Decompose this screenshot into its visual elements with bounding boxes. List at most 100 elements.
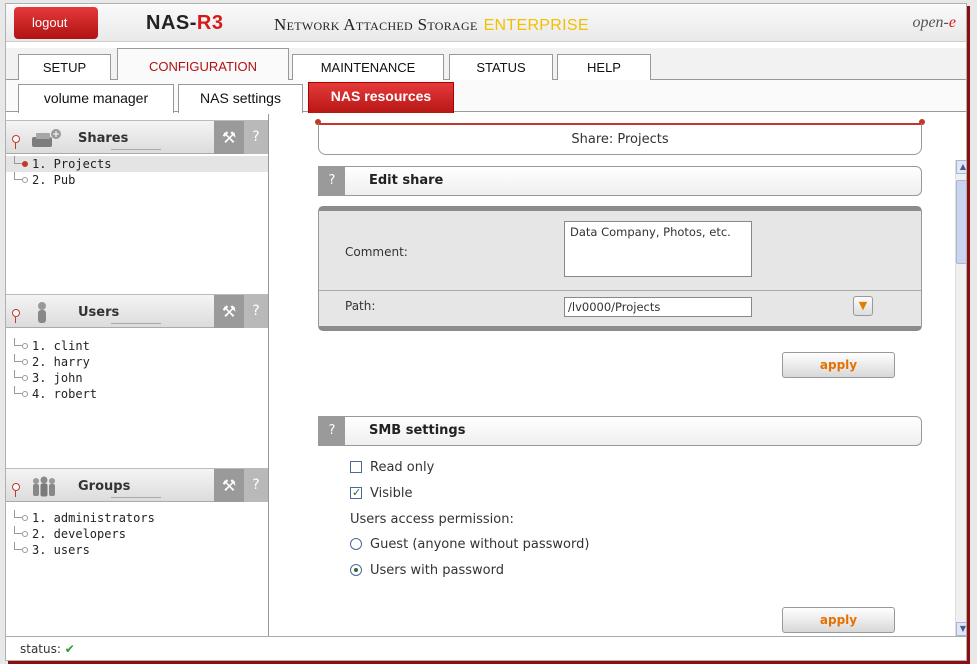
check-icon: ✔	[64, 642, 75, 656]
edit-share-form: Comment: Data Company, Photos, etc. Path…	[318, 206, 922, 331]
smb-settings-title: SMB settings	[369, 423, 466, 438]
user-icon	[38, 302, 46, 323]
list-item-user[interactable]: 4. robert	[6, 386, 268, 402]
resize-grip[interactable]	[111, 149, 161, 154]
list-item-group[interactable]: 2. developers	[6, 526, 268, 542]
brand-version: R3	[196, 12, 224, 34]
scroll-down-icon[interactable]: ▼	[956, 622, 966, 636]
tree-line	[14, 542, 22, 550]
resource-tree-pane: Shares ⚒ ? 1. Projects 2. Pub Users ⚒ ? …	[6, 114, 269, 636]
users-help-icon[interactable]: ?	[244, 295, 268, 328]
smb-settings-help-icon[interactable]: ?	[319, 417, 345, 445]
tree-node-icon	[22, 359, 28, 365]
path-row: Path: /lv0000/Projects ▼	[319, 291, 921, 326]
chevron-down-icon[interactable]: ▼	[853, 296, 873, 316]
sub-tab-bar: volume manager NAS settings NAS resource…	[6, 80, 966, 113]
users-access-option[interactable]: Users with password	[350, 562, 504, 580]
tab-setup[interactable]: SETUP	[18, 54, 111, 81]
users-with-password-radio[interactable]	[350, 564, 362, 576]
tab-configuration[interactable]: CONFIGURATION	[117, 48, 289, 81]
tree-node-icon	[22, 177, 28, 183]
tree-line	[14, 370, 22, 378]
smb-settings-apply-button[interactable]: apply	[782, 607, 895, 633]
shares-title: Shares	[78, 131, 129, 146]
scroll-thumb[interactable]	[956, 180, 966, 264]
resize-grip[interactable]	[111, 497, 161, 502]
resize-grip[interactable]	[111, 323, 161, 328]
guest-access-option[interactable]: Guest (anyone without password)	[350, 536, 589, 554]
tree-line	[14, 156, 22, 164]
pin-icon	[12, 135, 20, 149]
tree-line	[14, 172, 22, 180]
shares-list: 1. Projects 2. Pub	[6, 156, 268, 188]
tab-maintenance[interactable]: MAINTENANCE	[292, 54, 444, 81]
list-item-share[interactable]: 2. Pub	[6, 172, 268, 188]
access-permission-label: Users access permission:	[350, 512, 514, 527]
tab-status[interactable]: STATUS	[449, 54, 553, 81]
groups-section-header[interactable]: Groups ⚒ ?	[6, 468, 268, 502]
pin-icon	[12, 483, 20, 497]
group-label: 3. users	[32, 543, 90, 557]
comment-row: Comment: Data Company, Photos, etc.	[319, 211, 921, 291]
users-settings-wrench-icon[interactable]: ⚒	[214, 295, 244, 328]
tab-nas-resources[interactable]: NAS resources	[308, 82, 454, 113]
logout-button[interactable]: logout	[14, 7, 98, 39]
comment-textarea[interactable]: Data Company, Photos, etc.	[564, 221, 752, 277]
group-label: 2. developers	[32, 527, 126, 541]
list-item-group[interactable]: 3. users	[6, 542, 268, 558]
edit-share-help-icon[interactable]: ?	[319, 167, 345, 195]
visible-checkbox[interactable]	[350, 484, 362, 502]
user-label: 3. john	[32, 371, 83, 385]
shares-icon	[32, 129, 61, 147]
smb-settings-header: ? SMB settings	[318, 416, 922, 446]
shares-help-icon[interactable]: ?	[244, 121, 268, 154]
users-section-header[interactable]: Users ⚒ ?	[6, 294, 268, 328]
list-item-user[interactable]: 3. john	[6, 370, 268, 386]
content-scrollbar[interactable]: ▲ ▼	[955, 160, 966, 636]
share-label: 2. Pub	[32, 173, 76, 187]
tree-line	[14, 338, 22, 346]
status-bar: status: ✔	[6, 636, 966, 660]
visible-option[interactable]: Visible	[350, 484, 413, 503]
edit-share-header: ? Edit share	[318, 166, 922, 196]
brand-name: NAS-	[146, 12, 197, 34]
shares-section-header[interactable]: Shares ⚒ ?	[6, 120, 268, 154]
pin-icon	[12, 309, 20, 323]
edit-share-title: Edit share	[369, 173, 444, 188]
group-label: 1. administrators	[32, 511, 155, 525]
product-brand: NAS-R3	[146, 12, 223, 35]
read-only-option[interactable]: Read only	[350, 459, 434, 477]
tab-volume-manager[interactable]: volume manager	[18, 84, 174, 113]
tab-help[interactable]: HELP	[557, 54, 651, 81]
guest-radio[interactable]	[350, 538, 362, 550]
user-label: 2. harry	[32, 355, 90, 369]
groups-settings-wrench-icon[interactable]: ⚒	[214, 469, 244, 502]
tree-node-icon	[22, 375, 28, 381]
user-label: 4. robert	[32, 387, 98, 401]
edit-share-apply-button[interactable]: apply	[782, 352, 895, 378]
path-field[interactable]: /lv0000/Projects	[564, 297, 752, 317]
product-tagline: Network Attached Storage ENTERPRISE	[274, 15, 589, 35]
tree-node-icon	[22, 547, 28, 553]
tree-line	[14, 354, 22, 362]
read-only-checkbox[interactable]	[350, 461, 362, 473]
share-label: 1. Projects	[32, 157, 112, 171]
share-detail-pane: Share: Projects ? Edit share Comment: Da…	[270, 114, 966, 636]
guest-label: Guest (anyone without password)	[370, 537, 590, 552]
shares-settings-wrench-icon[interactable]: ⚒	[214, 121, 244, 154]
list-item-group[interactable]: 1. administrators	[6, 510, 268, 526]
groups-help-icon[interactable]: ?	[244, 469, 268, 502]
tree-node-icon	[22, 531, 28, 537]
tree-line	[14, 526, 22, 534]
logo-letter: e	[948, 14, 956, 31]
group-icon	[33, 476, 55, 497]
list-item-user[interactable]: 1. clint	[6, 338, 268, 354]
visible-label: Visible	[370, 486, 413, 501]
list-item-share[interactable]: 1. Projects	[6, 156, 268, 172]
scroll-up-icon[interactable]: ▲	[956, 160, 966, 174]
main-tab-bar: SETUP CONFIGURATION MAINTENANCE STATUS H…	[6, 48, 966, 81]
read-only-label: Read only	[370, 460, 435, 475]
tree-line	[14, 510, 22, 518]
list-item-user[interactable]: 2. harry	[6, 354, 268, 370]
tab-nas-settings[interactable]: NAS settings	[178, 84, 303, 113]
